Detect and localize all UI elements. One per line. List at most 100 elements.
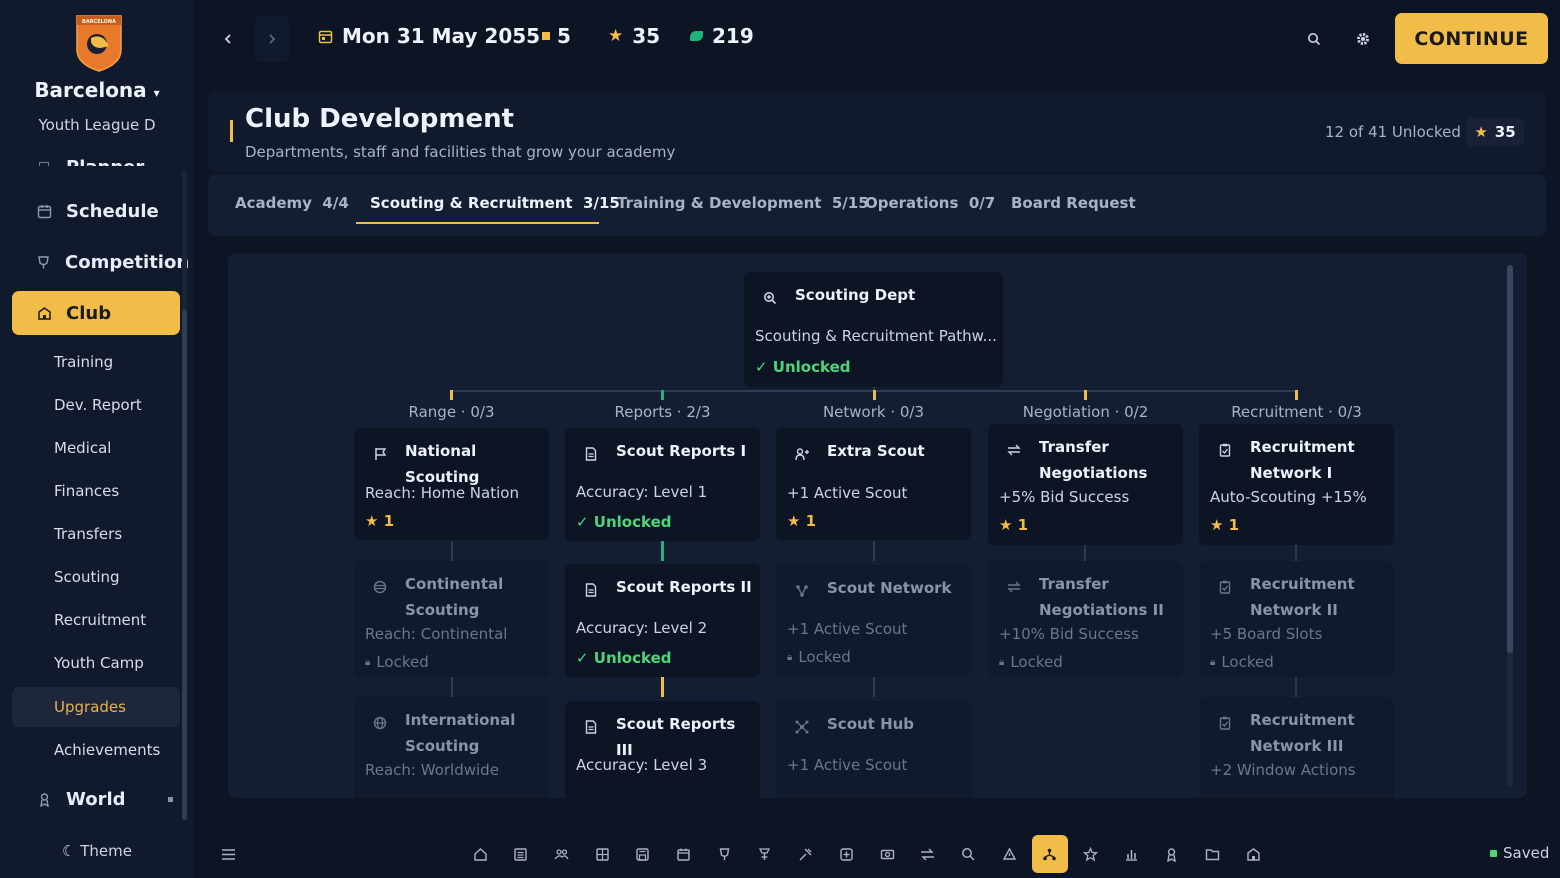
club-crest-icon[interactable]: BARCELONA xyxy=(75,14,123,72)
node-scout-network[interactable]: Scout Network +1 Active Scout 🔒︎ Locked xyxy=(776,565,971,677)
settings-button[interactable] xyxy=(1346,16,1380,62)
theme-toggle[interactable]: ☾ Theme xyxy=(0,842,194,860)
sidebar-item-schedule[interactable]: Schedule xyxy=(12,189,180,233)
sidebar: BARCELONA Barcelona ▾ Youth League D ▭ P… xyxy=(0,0,194,878)
node-continental-scouting[interactable]: Continental Scouting Reach: Continental … xyxy=(354,561,549,677)
node-cost: ★ 1 xyxy=(999,516,1029,534)
connector-line xyxy=(661,677,664,697)
tab-board-request[interactable]: Board Request xyxy=(1011,194,1136,212)
node-national-scouting[interactable]: National Scouting Reach: Home Nation ★ 1 xyxy=(354,428,549,540)
sidebar-item-recruitment[interactable]: Recruitment xyxy=(12,600,180,640)
nav-button-achievements[interactable] xyxy=(1073,835,1109,873)
stat-stars[interactable]: ★ 35 xyxy=(608,24,660,48)
save-status: Saved xyxy=(1490,844,1549,862)
node-desc: +10% Bid Success xyxy=(999,625,1139,643)
tab-count: 5/15 xyxy=(831,194,869,212)
tab-scouting-recruitment[interactable]: Scouting & Recruitment 3/15 xyxy=(370,194,620,212)
nav-button-calendar[interactable] xyxy=(666,835,702,873)
connector-line xyxy=(1084,390,1087,400)
nav-button-trophy[interactable] xyxy=(706,835,742,873)
tree-scrollbar-thumb[interactable] xyxy=(1507,265,1513,653)
tab-academy[interactable]: Academy 4/4 xyxy=(235,194,349,212)
node-recruitment-network-3[interactable]: Recruitment Network III +2 Window Action… xyxy=(1199,697,1394,798)
sidebar-item-club[interactable]: Club xyxy=(12,291,180,335)
node-scout-reports-3[interactable]: Scout Reports III Accuracy: Level 3 xyxy=(565,701,760,798)
nav-button-scouting[interactable] xyxy=(950,835,986,873)
clipboard-icon xyxy=(1217,715,1233,731)
connector-line xyxy=(873,677,875,697)
sidebar-item-planner[interactable]: ▭ Planner xyxy=(12,140,180,167)
saved-indicator xyxy=(1490,849,1497,857)
node-name: International Scouting xyxy=(405,711,516,755)
node-desc: Accuracy: Level 1 xyxy=(576,483,708,501)
nav-button-transfers[interactable] xyxy=(910,835,946,873)
forward-button[interactable] xyxy=(255,16,289,62)
sidebar-item-youth-camp[interactable]: Youth Camp xyxy=(12,643,180,683)
stat-currency[interactable]: 219 xyxy=(690,24,754,48)
nav-button-finances[interactable] xyxy=(869,835,905,873)
nav-button-stats[interactable] xyxy=(1113,835,1149,873)
menu-button[interactable] xyxy=(210,835,246,873)
nav-button-inbox[interactable] xyxy=(503,835,539,873)
square-icon xyxy=(542,32,550,40)
nav-button-squad[interactable] xyxy=(543,835,579,873)
nav-button-world[interactable] xyxy=(1154,835,1190,873)
node-transfer-negotiations[interactable]: Transfer Negotiations +5% Bid Success ★ … xyxy=(988,424,1183,545)
node-desc: +1 Active Scout xyxy=(787,756,908,774)
back-button[interactable] xyxy=(211,16,245,62)
nav-button-recruitment[interactable] xyxy=(991,835,1027,873)
stat-points[interactable]: 5 xyxy=(542,24,571,48)
node-status: ✓ Unlocked xyxy=(576,513,672,531)
connector-line xyxy=(661,390,664,400)
search-button[interactable] xyxy=(1297,16,1331,62)
squad-icon xyxy=(554,848,569,859)
sidebar-item-upgrades[interactable]: Upgrades xyxy=(12,687,180,727)
club-switcher[interactable]: Barcelona ▾ xyxy=(0,78,194,102)
sidebar-item-achievements[interactable]: Achievements xyxy=(12,730,180,770)
sidebar-item-finances[interactable]: Finances xyxy=(12,471,180,511)
node-recruitment-network-1[interactable]: Recruitment Network I Auto-Scouting +15%… xyxy=(1199,424,1394,545)
continue-button[interactable]: CONTINUE xyxy=(1395,13,1548,64)
scouting-icon xyxy=(762,290,778,306)
hamburger-icon xyxy=(221,848,235,860)
status-text: Locked xyxy=(376,653,429,671)
sidebar-item-dev-report[interactable]: Dev. Report xyxy=(12,385,180,425)
node-international-scouting[interactable]: International Scouting Reach: Worldwide xyxy=(354,697,549,798)
node-scout-reports-1[interactable]: Scout Reports I Accuracy: Level 1 ✓ Unlo… xyxy=(565,428,760,541)
nav-button-medical[interactable] xyxy=(788,835,824,873)
sidebar-item-competition[interactable]: Competition xyxy=(12,240,189,284)
node-scout-reports-2[interactable]: Scout Reports II Accuracy: Level 2 ✓ Unl… xyxy=(565,564,760,677)
planner-icon: ▭ xyxy=(37,156,51,167)
hub-icon xyxy=(794,719,810,735)
sidebar-item-transfers[interactable]: Transfers xyxy=(12,514,180,554)
connector-line xyxy=(873,390,876,400)
sidebar-item-scouting[interactable]: Scouting xyxy=(12,557,180,597)
connector-line xyxy=(450,390,453,400)
nav-button-home[interactable] xyxy=(462,835,498,873)
nav-button-save[interactable] xyxy=(625,835,661,873)
page-header: Club Development Departments, staff and … xyxy=(208,92,1546,172)
tab-training-development[interactable]: Training & Development 5/15 xyxy=(617,194,869,212)
node-scouting-dept[interactable]: Scouting Dept Scouting & Recruitment Pat… xyxy=(744,272,1003,387)
node-cost: ★ 1 xyxy=(1210,516,1240,534)
nav-button-training[interactable] xyxy=(747,835,783,873)
node-cost: ★ 1 xyxy=(787,512,817,530)
nav-button-folder[interactable] xyxy=(1195,835,1231,873)
nav-button-upgrades[interactable] xyxy=(1031,835,1068,873)
nav-button-club[interactable] xyxy=(1235,835,1271,873)
node-desc: Reach: Continental xyxy=(365,625,508,643)
tab-operations[interactable]: Operations 0/7 xyxy=(865,194,995,212)
node-extra-scout[interactable]: Extra Scout +1 Active Scout ★ 1 xyxy=(776,428,971,540)
sidebar-item-medical[interactable]: Medical xyxy=(12,428,180,468)
nav-button-plus[interactable] xyxy=(828,835,864,873)
nav-button-tactics[interactable] xyxy=(584,835,620,873)
sidebar-item-world[interactable]: World xyxy=(12,777,180,821)
node-transfer-negotiations-2[interactable]: Transfer Negotiations II +10% Bid Succes… xyxy=(988,561,1183,677)
node-scout-hub[interactable]: Scout Hub +1 Active Scout xyxy=(776,701,971,798)
node-recruitment-network-2[interactable]: Recruitment Network II +5 Board Slots 🔒︎… xyxy=(1199,561,1394,677)
game-date[interactable]: Mon 31 May 2055 xyxy=(318,24,540,48)
sidebar-scrollbar-thumb[interactable] xyxy=(182,310,187,820)
tab-label: Training & Development xyxy=(617,194,822,212)
node-status: 🔒︎ Locked xyxy=(365,653,429,671)
sidebar-item-training[interactable]: Training xyxy=(12,342,180,382)
